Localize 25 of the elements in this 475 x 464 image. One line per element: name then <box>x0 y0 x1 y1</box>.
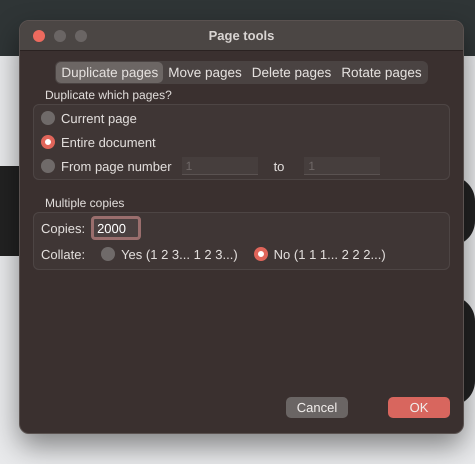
radio-button[interactable] <box>254 247 268 261</box>
input-field[interactable]: 2000 <box>91 216 142 240</box>
tab[interactable]: Duplicate pages <box>56 62 164 83</box>
tab[interactable]: Rotate pages <box>336 62 427 83</box>
radio-label[interactable]: No (1 1 1... 2 2 2...) <box>274 246 386 262</box>
minimize-icon[interactable] <box>54 30 66 42</box>
radio-label[interactable]: From page number <box>61 158 172 174</box>
close-icon[interactable] <box>33 30 45 42</box>
field-label: Copies: <box>41 220 86 236</box>
radio-button[interactable] <box>41 159 55 173</box>
radio-button[interactable] <box>41 135 55 149</box>
zoom-icon[interactable] <box>75 30 87 42</box>
radio-label[interactable]: Current page <box>61 110 137 126</box>
tab[interactable]: Move pages <box>163 62 247 83</box>
radio-label[interactable]: Yes (1 2 3... 1 2 3...) <box>121 246 238 262</box>
field-label: to <box>274 158 284 174</box>
group-title: Duplicate which pages? <box>45 88 172 102</box>
field-label: Collate: <box>41 246 86 262</box>
dialog-button[interactable]: Cancel <box>286 397 348 418</box>
window-title: Page tools <box>208 28 274 43</box>
tab[interactable]: Delete pages <box>246 62 336 83</box>
radio-button[interactable] <box>41 111 55 125</box>
radio-button[interactable] <box>101 247 116 261</box>
group-title: Multiple copies <box>45 196 124 210</box>
radio-label[interactable]: Entire document <box>61 134 156 150</box>
